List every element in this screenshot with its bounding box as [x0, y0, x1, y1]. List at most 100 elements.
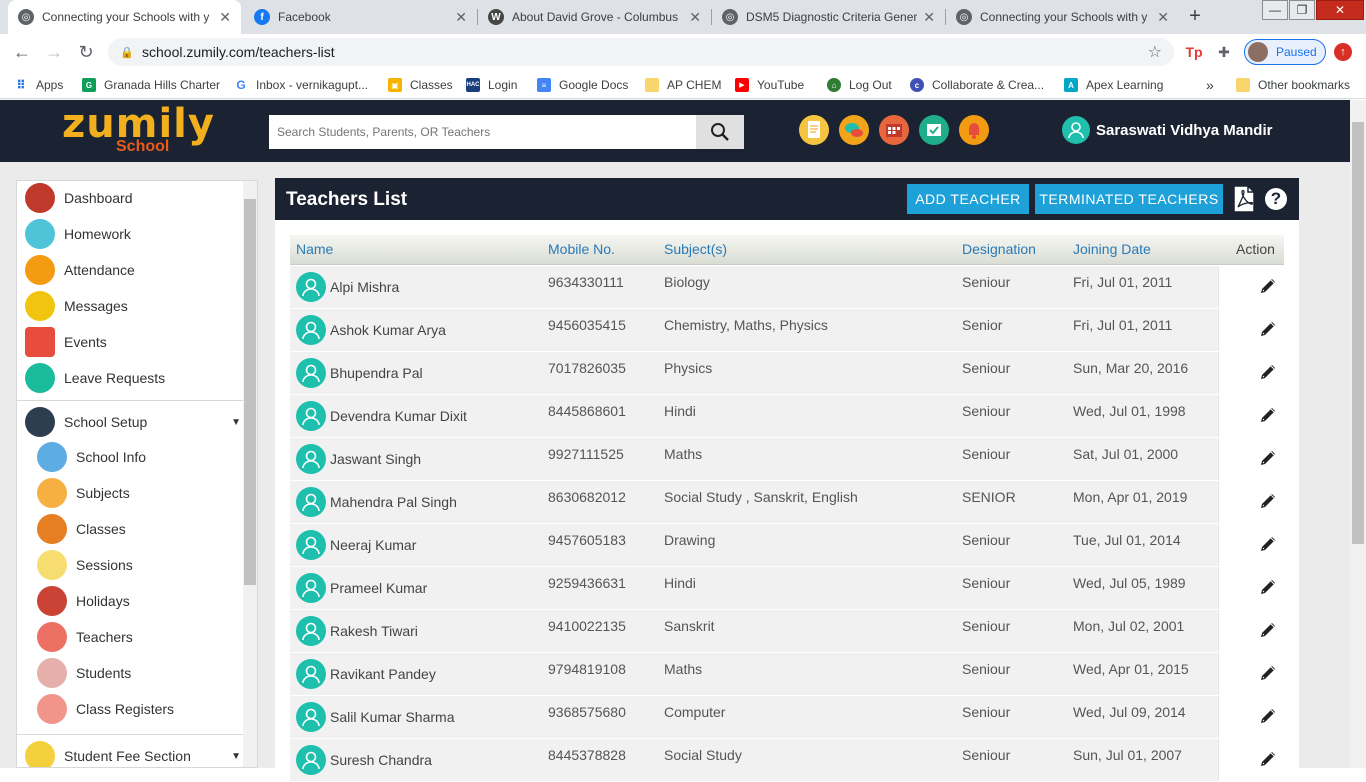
teacher-name-cell[interactable]: Rakesh Tiwari	[296, 616, 418, 646]
teacher-name-cell[interactable]: Salil Kumar Sharma	[296, 702, 455, 732]
school-profile[interactable]: Saraswati Vidhya Mandir	[1062, 116, 1272, 144]
close-tab-icon[interactable]: ✕	[923, 9, 935, 26]
edit-pencil-icon[interactable]	[1258, 276, 1278, 296]
mobile-cell: 9794819108	[548, 661, 626, 677]
messages-shortcut-icon[interactable]	[839, 115, 869, 145]
bookmark-star-icon[interactable]: ☆	[1148, 42, 1162, 62]
sidebar-item-class-registers[interactable]: Class Registers	[37, 692, 174, 726]
sidebar-item-student-fee[interactable]: Student Fee Section ▼	[25, 739, 243, 767]
edit-pencil-icon[interactable]	[1258, 319, 1278, 339]
teacher-name-cell[interactable]: Devendra Kumar Dixit	[296, 401, 467, 431]
teacher-name-cell[interactable]: Alpi Mishra	[296, 272, 399, 302]
close-tab-icon[interactable]: ✕	[1157, 9, 1169, 26]
add-teacher-button[interactable]: ADD TEACHER	[907, 184, 1029, 214]
sidebar-item-teachers[interactable]: Teachers	[37, 620, 133, 654]
teacher-name-cell[interactable]: Jaswant Singh	[296, 444, 421, 474]
zumily-logo[interactable]: zumily School	[62, 104, 214, 160]
close-tab-icon[interactable]: ✕	[219, 9, 231, 26]
minimize-button[interactable]: —	[1262, 0, 1288, 20]
search-input[interactable]	[269, 115, 696, 149]
teacher-name-cell[interactable]: Prameel Kumar	[296, 573, 427, 603]
forward-arrow-icon[interactable]: →	[43, 41, 65, 63]
page-scrollbar-thumb[interactable]	[1352, 122, 1364, 544]
bookmark-log-out[interactable]: ⌂ Log Out	[827, 76, 892, 94]
bookmark-google-docs[interactable]: ≡ Google Docs	[537, 76, 628, 94]
update-icon[interactable]: ↑	[1334, 43, 1352, 61]
teacher-name-cell[interactable]: Suresh Chandra	[296, 745, 432, 775]
browser-tab[interactable]: ◎ Connecting your Schools with y ✕	[946, 0, 1179, 34]
events-shortcut-icon[interactable]	[879, 115, 909, 145]
bookmark-youtube[interactable]: ▶ YouTube	[735, 76, 804, 94]
column-header-name[interactable]: Name	[296, 241, 333, 257]
sidebar-item-holidays[interactable]: Holidays	[37, 584, 130, 618]
page-scrollbar[interactable]	[1350, 100, 1366, 768]
edit-pencil-icon[interactable]	[1258, 749, 1278, 769]
edit-pencil-icon[interactable]	[1258, 577, 1278, 597]
edit-pencil-icon[interactable]	[1258, 706, 1278, 726]
close-tab-icon[interactable]: ✕	[689, 9, 701, 26]
bookmark-apex[interactable]: A Apex Learning	[1064, 76, 1163, 94]
edit-pencil-icon[interactable]	[1258, 663, 1278, 683]
reload-icon[interactable]: ↻	[75, 41, 97, 63]
back-arrow-icon[interactable]: ←	[11, 41, 33, 63]
homework-shortcut-icon[interactable]	[799, 115, 829, 145]
bookmark-collaborate[interactable]: c Collaborate & Crea...	[910, 76, 1044, 94]
profile-button[interactable]: Paused	[1244, 39, 1326, 65]
sidebar-item-classes[interactable]: Classes	[37, 512, 126, 546]
pdf-export-icon[interactable]	[1232, 185, 1256, 213]
sidebar-item-homework[interactable]: Homework	[25, 217, 131, 251]
extension-tp-icon[interactable]: Tp	[1184, 42, 1204, 62]
edit-pencil-icon[interactable]	[1258, 405, 1278, 425]
bookmark-inbox[interactable]: G Inbox - vernikagupt...	[234, 76, 368, 94]
teacher-name-cell[interactable]: Mahendra Pal Singh	[296, 487, 457, 517]
browser-tab[interactable]: f Facebook ✕	[244, 0, 477, 34]
teacher-name-cell[interactable]: Neeraj Kumar	[296, 530, 416, 560]
teacher-name-cell[interactable]: Ravikant Pandey	[296, 659, 436, 689]
search-button[interactable]	[696, 115, 744, 149]
sidebar-item-events[interactable]: Events	[25, 325, 107, 359]
edit-pencil-icon[interactable]	[1258, 448, 1278, 468]
bookmark-classes[interactable]: ▣ Classes	[388, 76, 453, 94]
close-window-button[interactable]: ✕	[1316, 0, 1364, 20]
column-header-joining-date[interactable]: Joining Date	[1073, 241, 1151, 257]
sidebar-item-dashboard[interactable]: Dashboard	[25, 181, 133, 215]
bookmark-ap-chem[interactable]: AP CHEM	[645, 76, 721, 94]
teacher-name-cell[interactable]: Bhupendra Pal	[296, 358, 423, 388]
sidebar-scrollbar-thumb[interactable]	[244, 199, 256, 585]
bookmark-other[interactable]: Other bookmarks	[1236, 76, 1350, 94]
teacher-avatar-icon	[296, 702, 326, 732]
bookmark-login[interactable]: HAC Login	[466, 76, 517, 94]
maximize-button[interactable]: ❐	[1289, 0, 1315, 20]
edit-pencil-icon[interactable]	[1258, 620, 1278, 640]
sidebar-item-school-info[interactable]: School Info	[37, 440, 146, 474]
leave-requests-shortcut-icon[interactable]	[919, 115, 949, 145]
sidebar-item-leave-requests[interactable]: Leave Requests	[25, 361, 165, 395]
column-header-designation[interactable]: Designation	[962, 241, 1036, 257]
extensions-puzzle-icon[interactable]: ✚	[1214, 42, 1234, 62]
bookmark-apps[interactable]: ⠿ Apps	[14, 76, 63, 94]
teacher-name-cell[interactable]: Ashok Kumar Arya	[296, 315, 446, 345]
notifications-bell-icon[interactable]	[959, 115, 989, 145]
sidebar-item-students[interactable]: Students	[37, 656, 131, 690]
edit-pencil-icon[interactable]	[1258, 491, 1278, 511]
sidebar-item-sessions[interactable]: Sessions	[37, 548, 133, 582]
browser-tab[interactable]: W About David Grove - Columbus ✕	[478, 0, 711, 34]
terminated-teachers-button[interactable]: TERMINATED TEACHERS	[1035, 184, 1223, 214]
browser-tab[interactable]: ◎ DSM5 Diagnostic Criteria Gener ✕	[712, 0, 945, 34]
browser-tab[interactable]: ◎ Connecting your Schools with y ✕	[8, 0, 241, 34]
close-tab-icon[interactable]: ✕	[455, 9, 467, 26]
sidebar-item-subjects[interactable]: Subjects	[37, 476, 130, 510]
edit-pencil-icon[interactable]	[1258, 534, 1278, 554]
sidebar-item-messages[interactable]: Messages	[25, 289, 128, 323]
edit-pencil-icon[interactable]	[1258, 362, 1278, 382]
sidebar-scrollbar[interactable]	[243, 181, 257, 767]
bookmark-granada[interactable]: G Granada Hills Charter	[82, 76, 220, 94]
sidebar-item-attendance[interactable]: Attendance	[25, 253, 135, 287]
address-bar[interactable]: 🔒 school.zumily.com/teachers-list ☆	[108, 38, 1174, 66]
help-icon[interactable]: ?	[1265, 188, 1287, 210]
column-header-mobile[interactable]: Mobile No.	[548, 241, 615, 257]
sidebar-item-school-setup[interactable]: School Setup ▼	[25, 405, 243, 439]
new-tab-button[interactable]: +	[1183, 5, 1207, 29]
bookmarks-overflow-chevron-icon[interactable]: »	[1206, 76, 1214, 94]
column-header-subjects[interactable]: Subject(s)	[664, 241, 727, 257]
